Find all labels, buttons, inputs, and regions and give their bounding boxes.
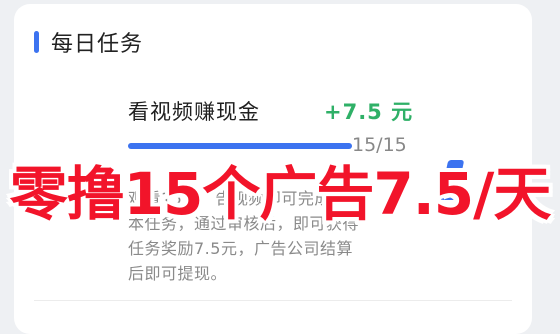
overlay-banner-text: 零撸15个广告7.5/天 xyxy=(9,160,552,228)
task-title[interactable]: 看视频赚现金 xyxy=(128,96,260,126)
section-title: 每日任务 xyxy=(51,32,144,57)
section-header: 每日任务 xyxy=(34,26,143,58)
task-description-line: 后即可提现。 xyxy=(128,264,228,283)
task-description-line: 任务奖励7.5元，广告公司结算 xyxy=(128,239,353,258)
divider xyxy=(34,300,512,301)
section-accent-bar xyxy=(34,31,39,53)
task-reward: +7.5 元 xyxy=(324,100,414,124)
